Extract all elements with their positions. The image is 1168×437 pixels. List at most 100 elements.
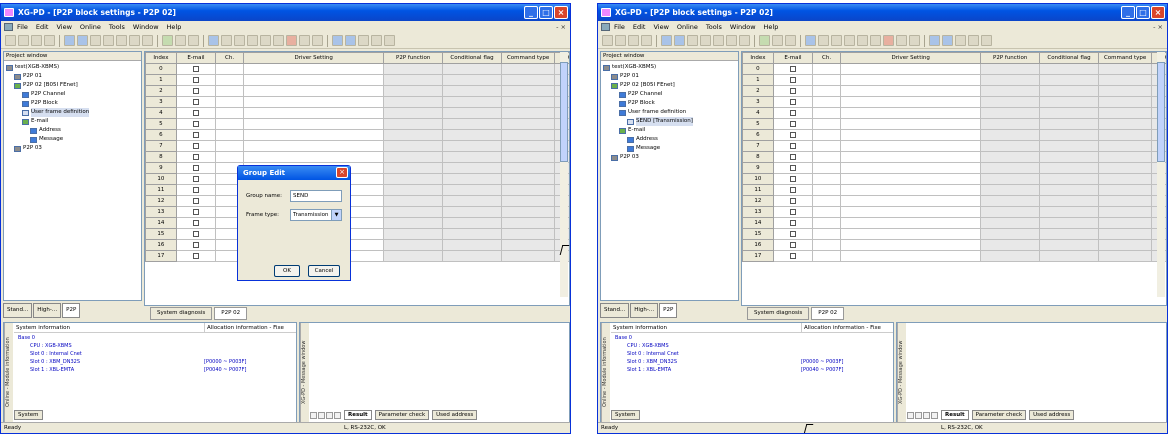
tree-item[interactable]: User frame definition xyxy=(6,108,141,117)
grid-cell[interactable] xyxy=(383,173,444,185)
email-cell[interactable] xyxy=(175,195,217,207)
dialog-close-button[interactable]: × xyxy=(336,167,348,178)
email-cell[interactable] xyxy=(175,129,217,141)
list-item[interactable]: Base 0 xyxy=(14,334,286,342)
grid-column-header[interactable]: P2P function xyxy=(980,52,1041,64)
toolbar-button-icon[interactable] xyxy=(615,35,626,46)
grid-cell[interactable] xyxy=(840,173,982,185)
grid-cell[interactable] xyxy=(812,239,842,251)
menu-help[interactable]: Help xyxy=(764,21,779,33)
toolbar-button-icon[interactable] xyxy=(162,35,173,46)
toolbar-button-icon[interactable] xyxy=(273,35,284,46)
grid-cell[interactable] xyxy=(980,107,1041,119)
nav-arrow-icon[interactable] xyxy=(334,411,341,419)
grid-cell[interactable] xyxy=(1039,96,1099,108)
list-item[interactable]: Slot 1 : XBL-EMTA [P0040 ~ P007F] xyxy=(14,366,286,374)
toolbar-button-icon[interactable] xyxy=(661,35,672,46)
menu-window[interactable]: Window xyxy=(730,21,756,33)
grid-cell[interactable] xyxy=(840,118,982,130)
table-row[interactable]: 11 xyxy=(145,184,569,196)
toolbar-button-icon[interactable] xyxy=(896,35,907,46)
table-row[interactable]: 9 xyxy=(145,162,569,174)
grid-cell[interactable] xyxy=(812,162,842,174)
vertical-scrollbar[interactable] xyxy=(560,52,568,297)
toolbar-button-icon[interactable] xyxy=(371,35,382,46)
grid-cell[interactable] xyxy=(215,74,245,86)
menu-online[interactable]: Online xyxy=(677,21,698,33)
menu-file[interactable]: File xyxy=(17,21,28,33)
email-checkbox[interactable] xyxy=(789,153,796,160)
grid-cell[interactable] xyxy=(383,129,444,141)
grid-cell[interactable] xyxy=(243,63,385,75)
table-row[interactable]: 1 xyxy=(145,74,569,86)
email-cell[interactable] xyxy=(772,129,814,141)
email-cell[interactable] xyxy=(175,239,217,251)
grid-cell[interactable] xyxy=(442,151,502,163)
grid-cell[interactable] xyxy=(840,162,982,174)
grid-column-header[interactable]: Index xyxy=(742,52,774,64)
grid-column-header[interactable]: Driver Setting xyxy=(243,52,385,64)
grid-cell[interactable] xyxy=(442,85,502,97)
grid-cell[interactable] xyxy=(812,118,842,130)
menu-tools[interactable]: Tools xyxy=(109,21,125,33)
toolbar-button-icon[interactable] xyxy=(5,35,16,46)
grid-cell[interactable] xyxy=(442,63,502,75)
grid-cell[interactable] xyxy=(980,250,1041,262)
email-cell[interactable] xyxy=(772,195,814,207)
grid-cell[interactable] xyxy=(980,118,1041,130)
grid-cell[interactable] xyxy=(840,151,982,163)
email-checkbox[interactable] xyxy=(192,131,199,138)
grid-cell[interactable] xyxy=(840,195,982,207)
toolbar-button-icon[interactable] xyxy=(188,35,199,46)
email-checkbox[interactable] xyxy=(192,65,199,72)
tree-item[interactable]: User frame definition xyxy=(603,108,738,117)
grid-cell[interactable] xyxy=(1097,129,1153,141)
grid-cell[interactable] xyxy=(1097,184,1153,196)
minimize-button[interactable]: _ xyxy=(1121,6,1135,19)
table-row[interactable]: 10 xyxy=(145,173,569,185)
toolbar-button-icon[interactable] xyxy=(628,35,639,46)
table-row[interactable]: 3 xyxy=(145,96,569,108)
grid-cell[interactable] xyxy=(840,107,982,119)
tree-item[interactable]: Message xyxy=(603,144,738,153)
toolbar-button-icon[interactable] xyxy=(929,35,940,46)
email-cell[interactable] xyxy=(175,140,217,152)
grid-cell[interactable] xyxy=(500,118,556,130)
toolbar-button-icon[interactable] xyxy=(955,35,966,46)
grid-cell[interactable] xyxy=(383,63,444,75)
toolbar-button-icon[interactable] xyxy=(312,35,323,46)
table-row[interactable]: 4 xyxy=(145,107,569,119)
toolbar-button-icon[interactable] xyxy=(818,35,829,46)
email-cell[interactable] xyxy=(175,162,217,174)
grid-cell[interactable] xyxy=(980,239,1041,251)
toolbar-button-icon[interactable] xyxy=(739,35,750,46)
email-cell[interactable] xyxy=(772,85,814,97)
grid-cell[interactable] xyxy=(1039,129,1099,141)
toolbar-button-icon[interactable] xyxy=(870,35,881,46)
grid-cell[interactable] xyxy=(442,228,502,240)
email-checkbox[interactable] xyxy=(192,241,199,248)
grid-cell[interactable] xyxy=(442,96,502,108)
email-cell[interactable] xyxy=(175,85,217,97)
grid-cell[interactable] xyxy=(980,184,1041,196)
grid-cell[interactable] xyxy=(1097,162,1153,174)
grid-column-header[interactable]: E-mail xyxy=(772,52,814,64)
grid-cell[interactable] xyxy=(980,129,1041,141)
email-cell[interactable] xyxy=(772,162,814,174)
toolbar-button-icon[interactable] xyxy=(674,35,685,46)
grid-cell[interactable] xyxy=(500,129,556,141)
grid-cell[interactable] xyxy=(840,96,982,108)
grid-cell[interactable] xyxy=(1097,239,1153,251)
grid-cell[interactable] xyxy=(442,173,502,185)
menu-edit[interactable]: Edit xyxy=(36,21,49,33)
menu-edit[interactable]: Edit xyxy=(633,21,646,33)
email-cell[interactable] xyxy=(772,184,814,196)
email-checkbox[interactable] xyxy=(192,164,199,171)
message-tab[interactable]: Used address xyxy=(432,410,478,420)
grid-cell[interactable] xyxy=(1039,118,1099,130)
toolbar-button-icon[interactable] xyxy=(260,35,271,46)
message-tab[interactable]: Result xyxy=(941,410,969,420)
table-row[interactable]: 7 xyxy=(145,140,569,152)
tree-item[interactable]: test(XGB-XBMS) xyxy=(6,63,141,72)
grid-cell[interactable] xyxy=(980,217,1041,229)
